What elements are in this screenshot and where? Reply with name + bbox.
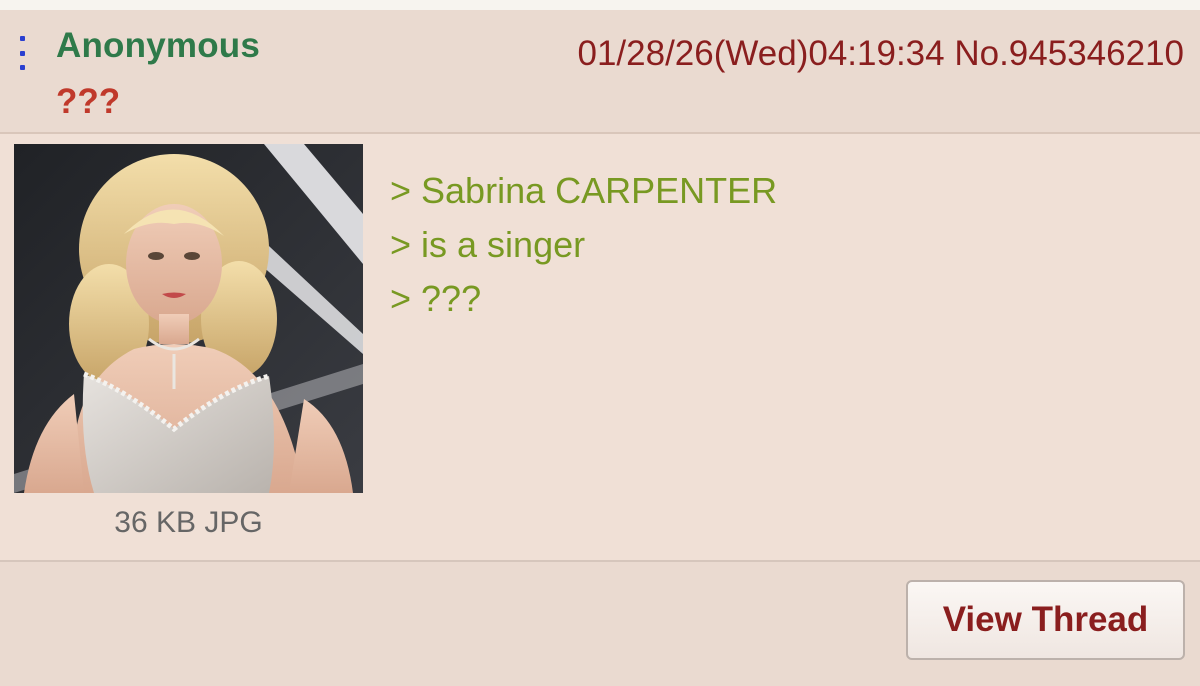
post-body: 36 KB JPG > Sabrina CARPENTER > is a sin… xyxy=(0,134,1200,562)
menu-dot xyxy=(19,50,25,56)
post-footer: View Thread xyxy=(0,562,1200,686)
file-info: 36 KB JPG xyxy=(114,506,263,539)
greentext-line: > ??? xyxy=(390,278,482,319)
poster-name: Anonymous xyxy=(56,26,261,65)
post-header: Anonymous ??? 01/28/26(Wed)04:19:34 No.9… xyxy=(0,10,1200,134)
vertical-ellipsis-icon[interactable] xyxy=(16,36,28,70)
menu-dot xyxy=(19,65,25,70)
image-thumbnail[interactable] xyxy=(14,144,363,493)
post-comment: > Sabrina CARPENTER > is a singer > ??? xyxy=(390,164,777,326)
post-datetime: 01/28/26(Wed)04:19:34 xyxy=(577,34,945,73)
thumbnail-photo xyxy=(14,144,363,493)
greentext-line: > Sabrina CARPENTER xyxy=(390,170,778,211)
greentext-line: > is a singer xyxy=(390,224,586,265)
menu-dot xyxy=(19,36,25,41)
post-meta: 01/28/26(Wed)04:19:34 No.945346210 xyxy=(577,34,1184,74)
top-edge xyxy=(0,0,1200,10)
post-number[interactable]: No.945346210 xyxy=(954,34,1184,73)
post-subject: ??? xyxy=(56,82,121,121)
view-thread-button[interactable]: View Thread xyxy=(906,580,1185,660)
